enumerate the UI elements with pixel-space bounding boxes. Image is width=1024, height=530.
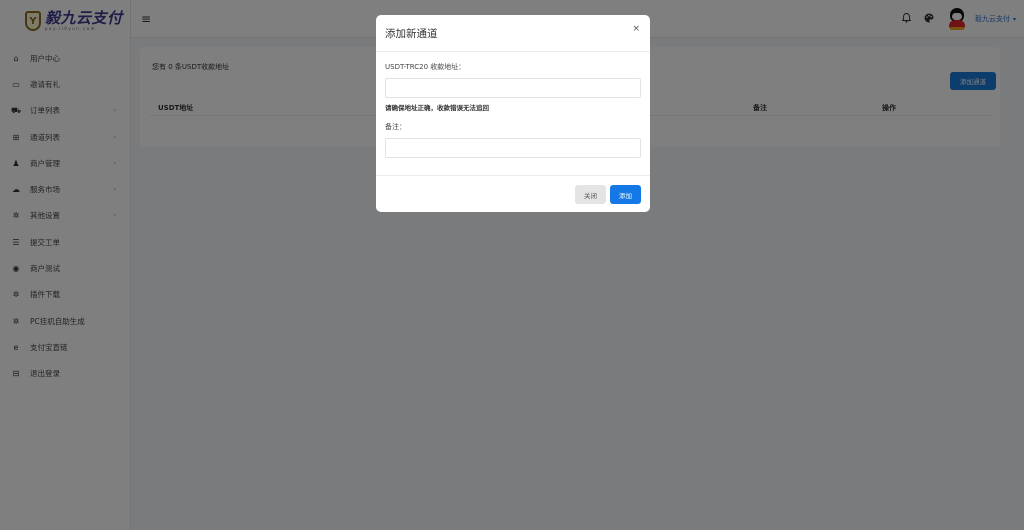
- address-label: USDT-TRC20 收款地址：: [385, 63, 466, 71]
- add-channel-modal: 添加新通道 × USDT-TRC20 收款地址： 请确保地址正确，收款错误无法追…: [376, 15, 650, 212]
- remark-label: 备注：: [385, 123, 406, 131]
- submit-add-button[interactable]: 添加: [610, 185, 641, 204]
- modal-footer: 关闭 添加: [376, 175, 650, 212]
- address-warning: 请确保地址正确，收款错误无法追回: [385, 104, 489, 112]
- remark-input[interactable]: [385, 138, 641, 158]
- usdt-address-input[interactable]: [385, 78, 641, 98]
- modal-body: USDT-TRC20 收款地址： 请确保地址正确，收款错误无法追回 备注：: [376, 52, 650, 177]
- modal-title: 添加新通道: [385, 28, 438, 40]
- close-icon[interactable]: ×: [632, 24, 640, 34]
- modal-header: 添加新通道 ×: [376, 15, 650, 52]
- cancel-button[interactable]: 关闭: [575, 185, 606, 204]
